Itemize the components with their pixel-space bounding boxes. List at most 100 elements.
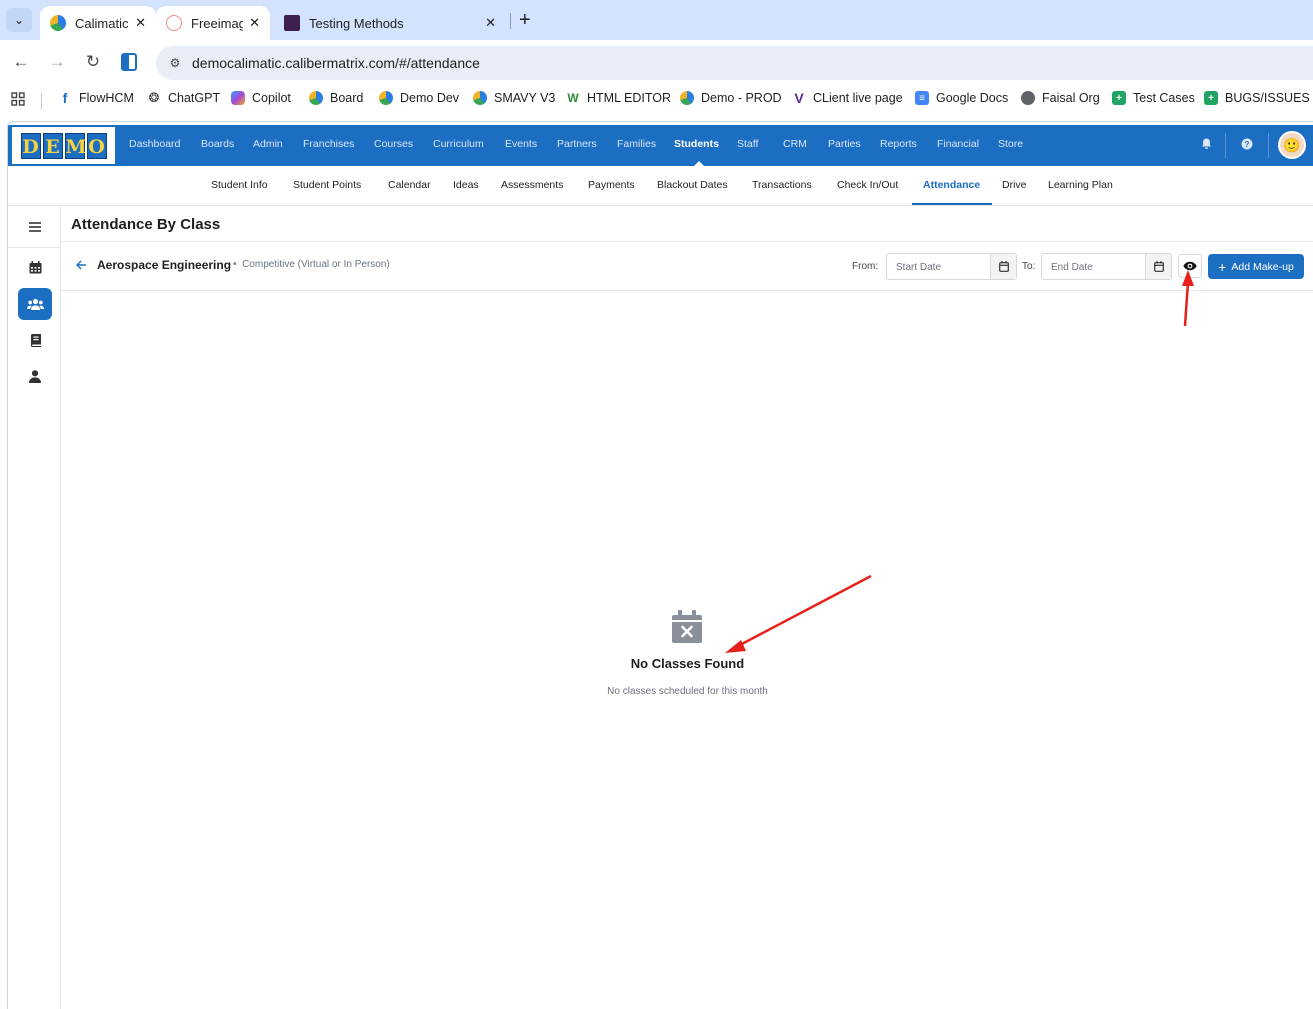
logo-letter: O xyxy=(86,132,107,159)
demo-logo[interactable]: DEMO xyxy=(12,127,115,164)
nav-reports[interactable]: Reports xyxy=(880,138,917,150)
bookmark-copilot[interactable]: Copilot xyxy=(231,91,291,105)
nav-franchises[interactable]: Franchises xyxy=(303,138,354,150)
calimatic-icon xyxy=(309,91,323,105)
bookmark-demo-prod[interactable]: Demo - PROD xyxy=(680,91,782,105)
nav-parties[interactable]: Parties xyxy=(828,138,861,150)
view-toggle-button[interactable] xyxy=(1178,254,1202,278)
browser-toolbar: ← → ↻ ⚙ democalimatic.calibermatrix.com/… xyxy=(0,40,1313,85)
close-tab-icon[interactable]: ✕ xyxy=(485,15,496,31)
bookmark-label: CLient live page xyxy=(813,91,903,105)
subnav-payments[interactable]: Payments xyxy=(588,179,635,191)
app-window: DEMO Dashboard Boards Admin Franchises C… xyxy=(7,121,1313,1009)
html-editor-icon: W xyxy=(567,91,579,105)
end-date-field[interactable]: End Date xyxy=(1041,253,1172,280)
subnav-blackout-dates[interactable]: Blackout Dates xyxy=(657,179,728,191)
forward-icon[interactable]: → xyxy=(46,52,68,72)
nav-divider xyxy=(1268,133,1269,158)
calendar-picker-icon[interactable] xyxy=(1145,254,1171,279)
close-tab-icon[interactable]: ✕ xyxy=(249,15,260,31)
user-avatar[interactable]: 🙂 xyxy=(1278,131,1306,159)
bell-icon[interactable] xyxy=(1201,138,1212,153)
nav-dashboard[interactable]: Dashboard xyxy=(129,138,180,150)
nav-store[interactable]: Store xyxy=(998,138,1023,150)
url-text[interactable]: democalimatic.calibermatrix.com/#/attend… xyxy=(192,55,480,71)
bookmark-label: FlowHCM xyxy=(79,91,134,105)
bookmark-chatgpt[interactable]: ❂ ChatGPT xyxy=(147,90,221,105)
plus-icon: + xyxy=(1218,258,1227,275)
browser-tab-testing-methods[interactable]: Testing Methods ✕ xyxy=(274,6,506,40)
bookmark-label: BUGS/ISSUES xyxy=(1225,91,1310,105)
nav-families[interactable]: Families xyxy=(617,138,656,150)
nav-partners[interactable]: Partners xyxy=(557,138,597,150)
address-bar[interactable]: ⚙ democalimatic.calibermatrix.com/#/atte… xyxy=(156,46,1313,80)
subnav-ideas[interactable]: Ideas xyxy=(453,179,479,191)
book-icon[interactable] xyxy=(18,324,52,356)
active-subnav-underline xyxy=(912,203,992,205)
side-panel-icon[interactable] xyxy=(118,53,140,76)
bookmark-board[interactable]: Board xyxy=(309,91,363,105)
bookmark-html-editor[interactable]: W HTML EDITOR xyxy=(566,91,671,105)
bookmark-google-docs[interactable]: ≡ Google Docs xyxy=(915,91,1008,105)
subnav-student-points[interactable]: Student Points xyxy=(293,179,361,191)
client-live-icon: V xyxy=(794,90,804,106)
subnav-assessments[interactable]: Assessments xyxy=(501,179,563,191)
empty-state-title: No Classes Found xyxy=(630,656,745,671)
google-sheets-icon: + xyxy=(1112,91,1126,105)
nav-admin[interactable]: Admin xyxy=(253,138,283,150)
subnav-student-info[interactable]: Student Info xyxy=(211,179,268,191)
help-icon[interactable]: ? xyxy=(1241,138,1253,153)
browser-tab-freeimage[interactable]: Freeimag ✕ xyxy=(156,6,270,40)
svg-text:?: ? xyxy=(1245,140,1250,149)
start-date-field[interactable]: Start Date xyxy=(886,253,1017,280)
calendar-picker-icon[interactable] xyxy=(990,254,1016,279)
nav-staff[interactable]: Staff xyxy=(737,138,758,150)
calendar-icon[interactable] xyxy=(18,251,52,283)
empty-state-subtitle: No classes scheduled for this month xyxy=(607,686,768,697)
bookmark-smavy-v3[interactable]: SMAVY V3 xyxy=(473,91,555,105)
bookmark-bugs-issues[interactable]: + BUGS/ISSUES xyxy=(1204,91,1310,105)
from-label: From: xyxy=(852,261,879,272)
tab-divider xyxy=(510,13,511,29)
copilot-icon xyxy=(231,91,245,105)
bookmark-label: Demo - PROD xyxy=(701,91,782,105)
to-label: To: xyxy=(1022,261,1036,272)
reload-icon[interactable]: ↻ xyxy=(82,52,104,72)
bookmark-flowhcm[interactable]: f FlowHCM xyxy=(58,90,134,106)
nav-financial[interactable]: Financial xyxy=(937,138,979,150)
site-info-icon[interactable]: ⚙ xyxy=(166,54,184,72)
nav-crm[interactable]: CRM xyxy=(783,138,807,150)
nav-boards[interactable]: Boards xyxy=(201,138,234,150)
subnav-check-in-out[interactable]: Check In/Out xyxy=(837,179,898,191)
subnav-transactions[interactable]: Transactions xyxy=(752,179,812,191)
close-tab-icon[interactable]: ✕ xyxy=(135,15,146,31)
nav-curriculum[interactable]: Curriculum xyxy=(433,138,484,150)
back-arrow-icon[interactable] xyxy=(76,259,87,273)
users-icon[interactable] xyxy=(18,288,52,320)
subnav-drive[interactable]: Drive xyxy=(1002,179,1027,191)
nav-courses[interactable]: Courses xyxy=(374,138,413,150)
logo-letter: E xyxy=(42,132,63,159)
apps-grid-icon[interactable] xyxy=(11,92,25,106)
google-sheets-icon: + xyxy=(1204,91,1218,105)
tab-search-button[interactable]: ⌄ xyxy=(6,8,32,32)
subnav-learning-plan[interactable]: Learning Plan xyxy=(1048,179,1113,191)
bookmark-faisal-org[interactable]: Faisal Org xyxy=(1021,91,1100,105)
flowhcm-icon: f xyxy=(62,90,68,106)
add-make-up-button[interactable]: + Add Make-up xyxy=(1208,254,1304,279)
new-tab-button[interactable]: + xyxy=(519,9,531,31)
bookmark-client-live-page[interactable]: V CLient live page xyxy=(792,90,903,106)
back-icon[interactable]: ← xyxy=(10,52,32,72)
menu-icon[interactable] xyxy=(18,211,52,243)
bookmark-test-cases[interactable]: + Test Cases xyxy=(1112,91,1195,105)
bookmark-demo-dev[interactable]: Demo Dev xyxy=(379,91,459,105)
bookmark-label: Google Docs xyxy=(936,91,1009,105)
user-icon[interactable] xyxy=(18,360,52,392)
subnav-attendance[interactable]: Attendance xyxy=(923,179,980,191)
subnav-calendar[interactable]: Calendar xyxy=(388,179,431,191)
nav-events[interactable]: Events xyxy=(505,138,537,150)
bookmark-label: Demo Dev xyxy=(400,91,460,105)
bookmarks-divider xyxy=(41,93,42,109)
nav-students[interactable]: Students xyxy=(674,138,719,150)
browser-tab-calimatic[interactable]: Calimatic ✕ xyxy=(40,6,156,40)
